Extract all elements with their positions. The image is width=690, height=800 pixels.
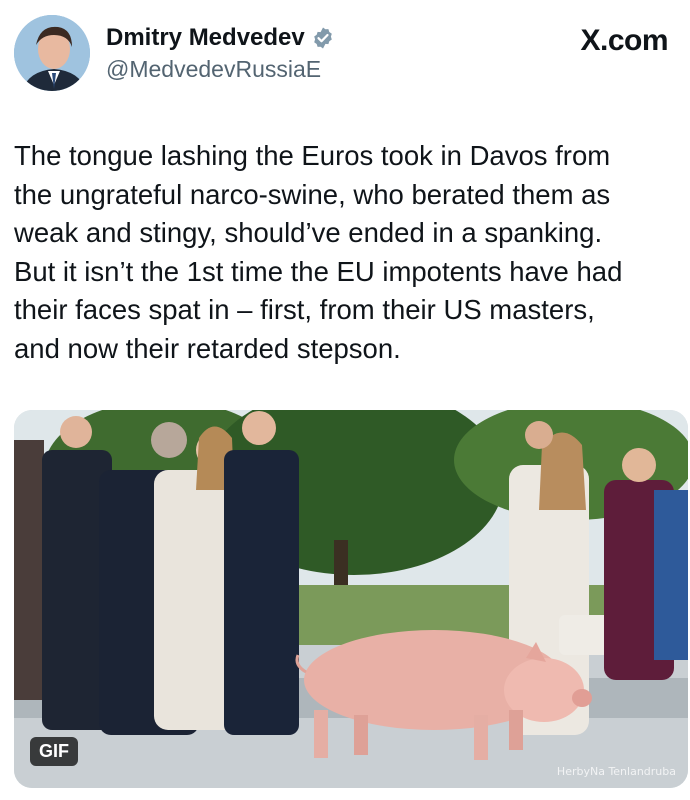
- gif-badge: GIF: [30, 737, 78, 766]
- media-watermark: HerbyNa Tenlandruba: [556, 765, 676, 778]
- verified-badge-icon: [311, 26, 335, 50]
- author-name[interactable]: Dmitry Medvedev: [106, 24, 305, 52]
- author-avatar[interactable]: [14, 15, 90, 91]
- post-text: The tongue lashing the Euros took in Dav…: [14, 140, 623, 364]
- brand-logo: X.com: [580, 24, 668, 57]
- post-media[interactable]: GIF HerbyNa Tenlandruba: [14, 410, 688, 788]
- media-image: [14, 410, 688, 788]
- avatar-portrait: [14, 15, 90, 91]
- author-name-row: Dmitry Medvedev: [106, 24, 335, 52]
- author-handle[interactable]: @MedvedevRussiaE: [106, 56, 321, 83]
